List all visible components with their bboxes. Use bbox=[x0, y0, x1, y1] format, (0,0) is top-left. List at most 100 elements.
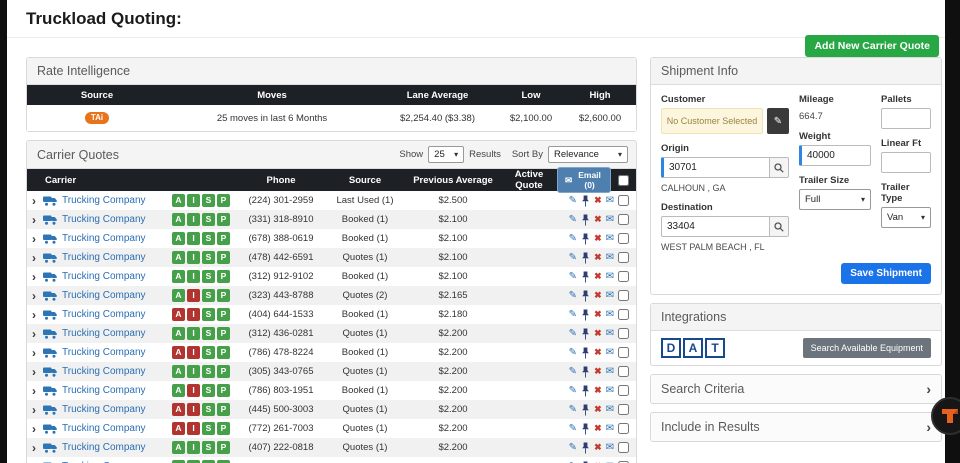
edit-quote-icon[interactable]: ✎ bbox=[569, 195, 577, 206]
edit-customer-button[interactable]: ✎ bbox=[767, 108, 789, 134]
row-expander-icon[interactable]: › bbox=[32, 442, 39, 454]
remove-icon[interactable]: ✖ bbox=[594, 348, 602, 357]
email-icon[interactable]: ✉ bbox=[606, 195, 614, 206]
edit-quote-icon[interactable]: ✎ bbox=[569, 290, 577, 301]
carrier-name-link[interactable]: Trucking Company bbox=[62, 404, 168, 415]
pin-icon[interactable] bbox=[581, 442, 590, 454]
select-all-checkbox[interactable] bbox=[618, 174, 629, 186]
email-icon[interactable]: ✉ bbox=[606, 233, 614, 244]
row-checkbox[interactable] bbox=[618, 347, 629, 358]
edit-quote-icon[interactable]: ✎ bbox=[569, 385, 577, 396]
trailer-type-select[interactable]: Van ▾ bbox=[881, 207, 931, 228]
edit-quote-icon[interactable]: ✎ bbox=[569, 423, 577, 434]
email-icon[interactable]: ✉ bbox=[606, 423, 614, 434]
email-icon[interactable]: ✉ bbox=[606, 385, 614, 396]
row-expander-icon[interactable]: › bbox=[32, 366, 39, 378]
row-checkbox[interactable] bbox=[618, 252, 629, 263]
remove-icon[interactable]: ✖ bbox=[594, 405, 602, 414]
carrier-name-link[interactable]: Trucking Company bbox=[62, 233, 168, 244]
edit-quote-icon[interactable]: ✎ bbox=[569, 328, 577, 339]
email-icon[interactable]: ✉ bbox=[606, 347, 614, 358]
pin-icon[interactable] bbox=[581, 423, 590, 435]
pin-icon[interactable] bbox=[581, 328, 590, 340]
row-checkbox[interactable] bbox=[618, 271, 629, 282]
row-expander-icon[interactable]: › bbox=[32, 195, 39, 207]
carrier-name-link[interactable]: Trucking Company bbox=[62, 385, 168, 396]
remove-icon[interactable]: ✖ bbox=[594, 272, 602, 281]
carrier-name-link[interactable]: Trucking Company bbox=[62, 309, 168, 320]
row-checkbox[interactable] bbox=[618, 404, 629, 415]
edit-quote-icon[interactable]: ✎ bbox=[569, 233, 577, 244]
email-icon[interactable]: ✉ bbox=[606, 271, 614, 282]
row-checkbox[interactable] bbox=[618, 366, 629, 377]
sort-by-select[interactable]: Relevance ▾ bbox=[548, 146, 628, 163]
row-expander-icon[interactable]: › bbox=[32, 309, 39, 321]
save-shipment-button[interactable]: Save Shipment bbox=[841, 263, 931, 284]
show-results-select[interactable]: 25 ▾ bbox=[428, 146, 465, 163]
email-icon[interactable]: ✉ bbox=[606, 442, 614, 453]
row-expander-icon[interactable]: › bbox=[32, 233, 39, 245]
email-icon[interactable]: ✉ bbox=[606, 290, 614, 301]
pin-icon[interactable] bbox=[581, 309, 590, 321]
destination-input[interactable] bbox=[661, 216, 769, 237]
carrier-name-link[interactable]: Trucking Company bbox=[62, 347, 168, 358]
carrier-name-link[interactable]: Trucking Company bbox=[62, 252, 168, 263]
pin-icon[interactable] bbox=[581, 214, 590, 226]
origin-search-button[interactable] bbox=[768, 157, 789, 178]
row-expander-icon[interactable]: › bbox=[32, 328, 39, 340]
pin-icon[interactable] bbox=[581, 233, 590, 245]
carrier-name-link[interactable]: Trucking Company bbox=[62, 423, 168, 434]
pin-icon[interactable] bbox=[581, 290, 590, 302]
pin-icon[interactable] bbox=[581, 271, 590, 283]
remove-icon[interactable]: ✖ bbox=[594, 443, 602, 452]
trailer-size-select[interactable]: Full ▾ bbox=[799, 189, 871, 210]
email-icon[interactable]: ✉ bbox=[606, 404, 614, 415]
weight-input[interactable] bbox=[799, 145, 871, 166]
pin-icon[interactable] bbox=[581, 347, 590, 359]
carrier-name-link[interactable]: Trucking Company bbox=[62, 290, 168, 301]
row-checkbox[interactable] bbox=[618, 290, 629, 301]
row-expander-icon[interactable]: › bbox=[32, 214, 39, 226]
carrier-name-link[interactable]: Trucking Company bbox=[62, 271, 168, 282]
add-new-carrier-quote-button[interactable]: Add New Carrier Quote bbox=[805, 35, 939, 57]
email-icon[interactable]: ✉ bbox=[606, 252, 614, 263]
edit-quote-icon[interactable]: ✎ bbox=[569, 214, 577, 225]
remove-icon[interactable]: ✖ bbox=[594, 215, 602, 224]
row-expander-icon[interactable]: › bbox=[32, 347, 39, 359]
edit-quote-icon[interactable]: ✎ bbox=[569, 347, 577, 358]
destination-search-button[interactable] bbox=[768, 216, 789, 237]
row-checkbox[interactable] bbox=[618, 195, 629, 206]
linear-ft-input[interactable] bbox=[881, 152, 931, 173]
remove-icon[interactable]: ✖ bbox=[594, 196, 602, 205]
row-expander-icon[interactable]: › bbox=[32, 252, 39, 264]
email-icon[interactable]: ✉ bbox=[606, 309, 614, 320]
row-checkbox[interactable] bbox=[618, 233, 629, 244]
search-criteria-header[interactable]: Search Criteria › bbox=[651, 375, 941, 403]
edit-quote-icon[interactable]: ✎ bbox=[569, 404, 577, 415]
row-expander-icon[interactable]: › bbox=[32, 385, 39, 397]
carrier-name-link[interactable]: Trucking Company bbox=[62, 195, 168, 206]
remove-icon[interactable]: ✖ bbox=[594, 329, 602, 338]
carrier-name-link[interactable]: Trucking Company bbox=[62, 366, 168, 377]
edit-quote-icon[interactable]: ✎ bbox=[569, 309, 577, 320]
row-expander-icon[interactable]: › bbox=[32, 271, 39, 283]
origin-input[interactable] bbox=[661, 157, 769, 178]
search-available-equipment-button[interactable]: Search Available Equipment bbox=[802, 338, 931, 358]
carrier-name-link[interactable]: Trucking Company bbox=[62, 328, 168, 339]
edit-quote-icon[interactable]: ✎ bbox=[569, 252, 577, 263]
email-icon[interactable]: ✉ bbox=[606, 214, 614, 225]
row-checkbox[interactable] bbox=[618, 423, 629, 434]
edit-quote-icon[interactable]: ✎ bbox=[569, 442, 577, 453]
pallets-input[interactable] bbox=[881, 108, 931, 129]
row-checkbox[interactable] bbox=[618, 309, 629, 320]
pin-icon[interactable] bbox=[581, 404, 590, 416]
pin-icon[interactable] bbox=[581, 195, 590, 207]
row-checkbox[interactable] bbox=[618, 385, 629, 396]
row-expander-icon[interactable]: › bbox=[32, 290, 39, 302]
email-icon[interactable]: ✉ bbox=[606, 366, 614, 377]
row-checkbox[interactable] bbox=[618, 442, 629, 453]
edit-quote-icon[interactable]: ✎ bbox=[569, 271, 577, 282]
remove-icon[interactable]: ✖ bbox=[594, 310, 602, 319]
row-checkbox[interactable] bbox=[618, 328, 629, 339]
email-selected-button[interactable]: ✉ Email (0) bbox=[557, 167, 611, 193]
